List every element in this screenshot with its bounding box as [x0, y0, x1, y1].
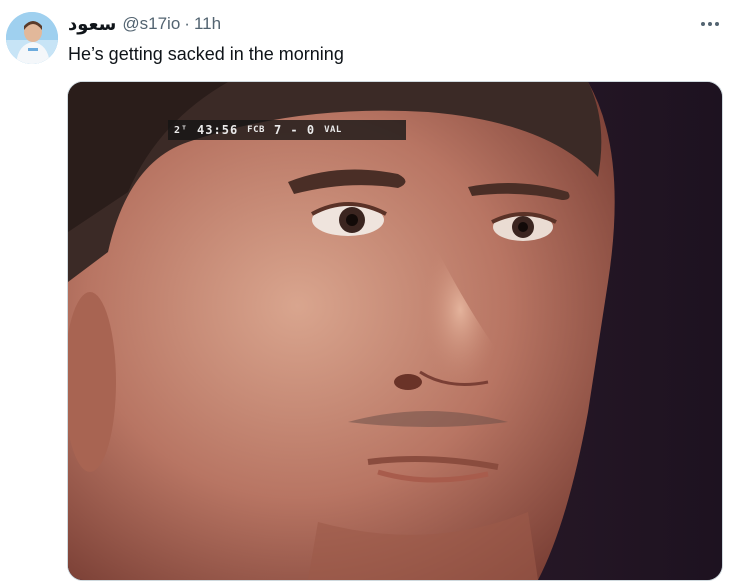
user-handle[interactable]: @s17io [122, 14, 180, 34]
tweet[interactable]: سعود @s17io · 11h He’s getting sacked in… [0, 0, 730, 586]
display-name[interactable]: سعود [68, 14, 116, 35]
tweet-text: He’s getting sacked in the morning [68, 44, 344, 64]
face-photo [68, 82, 722, 580]
match-score: 7 - 0 [273, 123, 316, 137]
avatar[interactable] [6, 12, 58, 64]
away-team: VAL [324, 125, 342, 135]
scoreboard-overlay: 2ᵀ 43:56 FCB 7 - 0 VAL [168, 120, 406, 140]
separator-dot: · [184, 14, 190, 33]
avatar-image [6, 12, 58, 64]
match-clock: 43:56 [197, 123, 239, 137]
tweet-media-image[interactable]: 2ᵀ 43:56 FCB 7 - 0 VAL [67, 81, 723, 581]
more-options-button[interactable] [690, 10, 730, 38]
home-team: FCB [247, 125, 265, 135]
timestamp[interactable]: 11h [194, 14, 221, 34]
more-horizontal-icon [700, 22, 721, 26]
tweet-header: سعود @s17io · 11h [68, 12, 221, 36]
match-half: 2ᵀ [174, 124, 189, 136]
